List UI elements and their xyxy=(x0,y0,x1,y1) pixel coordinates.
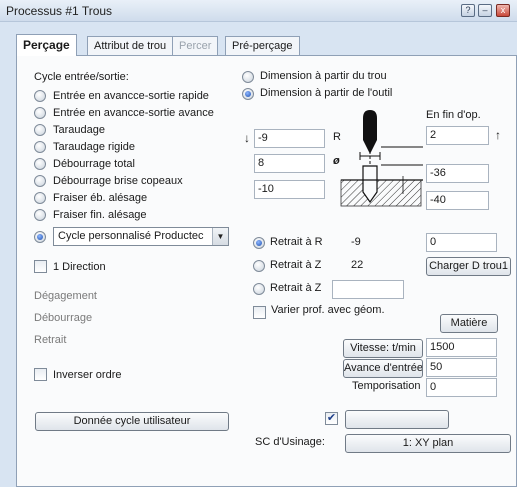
help-icon[interactable]: ? xyxy=(461,4,475,17)
inverser-ordre-checkbox[interactable] xyxy=(34,368,47,381)
title-bar: Processus #1 Trous ? – x xyxy=(0,0,517,22)
charger-d-trou-button[interactable]: Charger D trou1 xyxy=(426,257,511,276)
retract-r-value: -9 xyxy=(351,236,361,248)
start-depth-field[interactable]: -9 xyxy=(254,129,325,148)
retract-z2-label: Retrait à Z xyxy=(270,282,322,294)
cycle-option-label: Débourrage total xyxy=(53,158,135,170)
one-direction-label: 1 Direction xyxy=(53,261,106,273)
tab-attribut-de-trou[interactable]: Attribut de trou xyxy=(87,36,174,55)
retract-z-radio[interactable] xyxy=(253,260,265,272)
cycle-radio[interactable] xyxy=(34,141,46,153)
temporisation-field[interactable]: 0 xyxy=(426,378,497,397)
diameter-field[interactable]: 8 xyxy=(254,154,325,173)
end-bottom-field[interactable]: -40 xyxy=(426,191,489,210)
close-icon[interactable]: x xyxy=(496,4,510,17)
retract-r-radio[interactable] xyxy=(253,237,265,249)
varier-label: Varier prof. avec géom. xyxy=(271,304,385,316)
chevron-down-icon[interactable]: ▼ xyxy=(212,228,228,245)
temporisation-label: Temporisation xyxy=(352,380,421,392)
blank-checkbox[interactable]: ✔ xyxy=(325,412,338,425)
drill-diagram-icon xyxy=(340,110,423,207)
tab-percage[interactable]: Perçage xyxy=(16,34,77,56)
cycle-radio[interactable] xyxy=(34,158,46,170)
vitesse-field[interactable]: 1500 xyxy=(426,338,497,357)
cycle-radio[interactable] xyxy=(34,90,46,102)
tab-pre-percage[interactable]: Pré-perçage xyxy=(225,36,300,55)
user-cycle-data-button[interactable]: Donnée cycle utilisateur xyxy=(35,412,229,431)
minimize-icon[interactable]: – xyxy=(478,4,492,17)
retrait-label: Retrait xyxy=(34,334,67,346)
retract-z-label: Retrait à Z xyxy=(270,259,322,271)
end-mid-field[interactable]: -36 xyxy=(426,164,489,183)
matiere-button[interactable]: Matière xyxy=(440,314,498,333)
cycle-heading: Cycle entrée/sortie: xyxy=(34,71,129,83)
tab-percer: Percer xyxy=(172,36,219,55)
cycle-option-label: Entrée en avancce-sortie rapide xyxy=(53,90,209,102)
sc-usinage-button[interactable]: 1: XY plan xyxy=(345,434,511,453)
sc-usinage-label: SC d'Usinage: xyxy=(255,436,325,448)
cycle-radio[interactable] xyxy=(34,175,46,187)
retract-z2-radio[interactable] xyxy=(253,283,265,295)
dimension-from-hole-label: Dimension à partir du trou xyxy=(260,70,387,82)
varier-checkbox[interactable] xyxy=(253,306,266,319)
window-title: Processus #1 Trous xyxy=(6,4,113,18)
degagement-label: Dégagement xyxy=(34,290,97,302)
cycle-radio[interactable] xyxy=(34,209,46,221)
arrow-down-icon: ↓ xyxy=(244,131,250,145)
dimension-from-tool-radio[interactable] xyxy=(242,88,254,100)
arrow-up-icon: ↑ xyxy=(495,128,501,142)
avance-field[interactable]: 50 xyxy=(426,358,497,377)
dimension-from-tool-label: Dimension à partir de l'outil xyxy=(260,87,393,99)
cycle-option-label: Taraudage rigide xyxy=(53,141,135,153)
end-top-field[interactable]: 2 xyxy=(426,126,489,145)
cycle-radio[interactable] xyxy=(34,107,46,119)
inverser-ordre-label: Inverser ordre xyxy=(53,369,122,381)
cycle-radio[interactable] xyxy=(34,192,46,204)
retract-z-value: 22 xyxy=(351,259,364,271)
cycle-radio[interactable] xyxy=(34,124,46,136)
vitesse-button[interactable]: Vitesse: t/min xyxy=(343,339,423,358)
cycle-option-label: Fraiser éb. alésage xyxy=(53,192,148,204)
cycle-option-label: Fraiser fin. alésage xyxy=(53,209,147,221)
end-of-op-heading: En fin d'op. xyxy=(426,109,481,121)
debourrage-label: Débourrage xyxy=(34,312,93,324)
retract-z2-field[interactable] xyxy=(332,280,404,299)
bottom-depth-field[interactable]: -10 xyxy=(254,180,325,199)
custom-cycle-radio[interactable] xyxy=(34,231,46,243)
one-direction-checkbox[interactable] xyxy=(34,260,47,273)
blank-button[interactable] xyxy=(345,410,449,429)
dimension-from-hole-radio[interactable] xyxy=(242,71,254,83)
cycle-option-label: Taraudage xyxy=(53,124,105,136)
cycle-option-label: Débourrage brise copeaux xyxy=(53,175,183,187)
cycle-option-label: Entrée en avancce-sortie avance xyxy=(53,107,214,119)
percage-panel: Cycle entrée/sortie: Entrée en avancce-s… xyxy=(16,55,517,487)
custom-cycle-select[interactable]: Cycle personnalisé Productec ▼ xyxy=(53,227,229,246)
retract-r-label: Retrait à R xyxy=(270,236,323,248)
custom-cycle-value: Cycle personnalisé Productec xyxy=(58,230,204,242)
retract-right-field[interactable]: 0 xyxy=(426,233,497,252)
avance-button[interactable]: Avance d'entrée xyxy=(343,359,423,378)
